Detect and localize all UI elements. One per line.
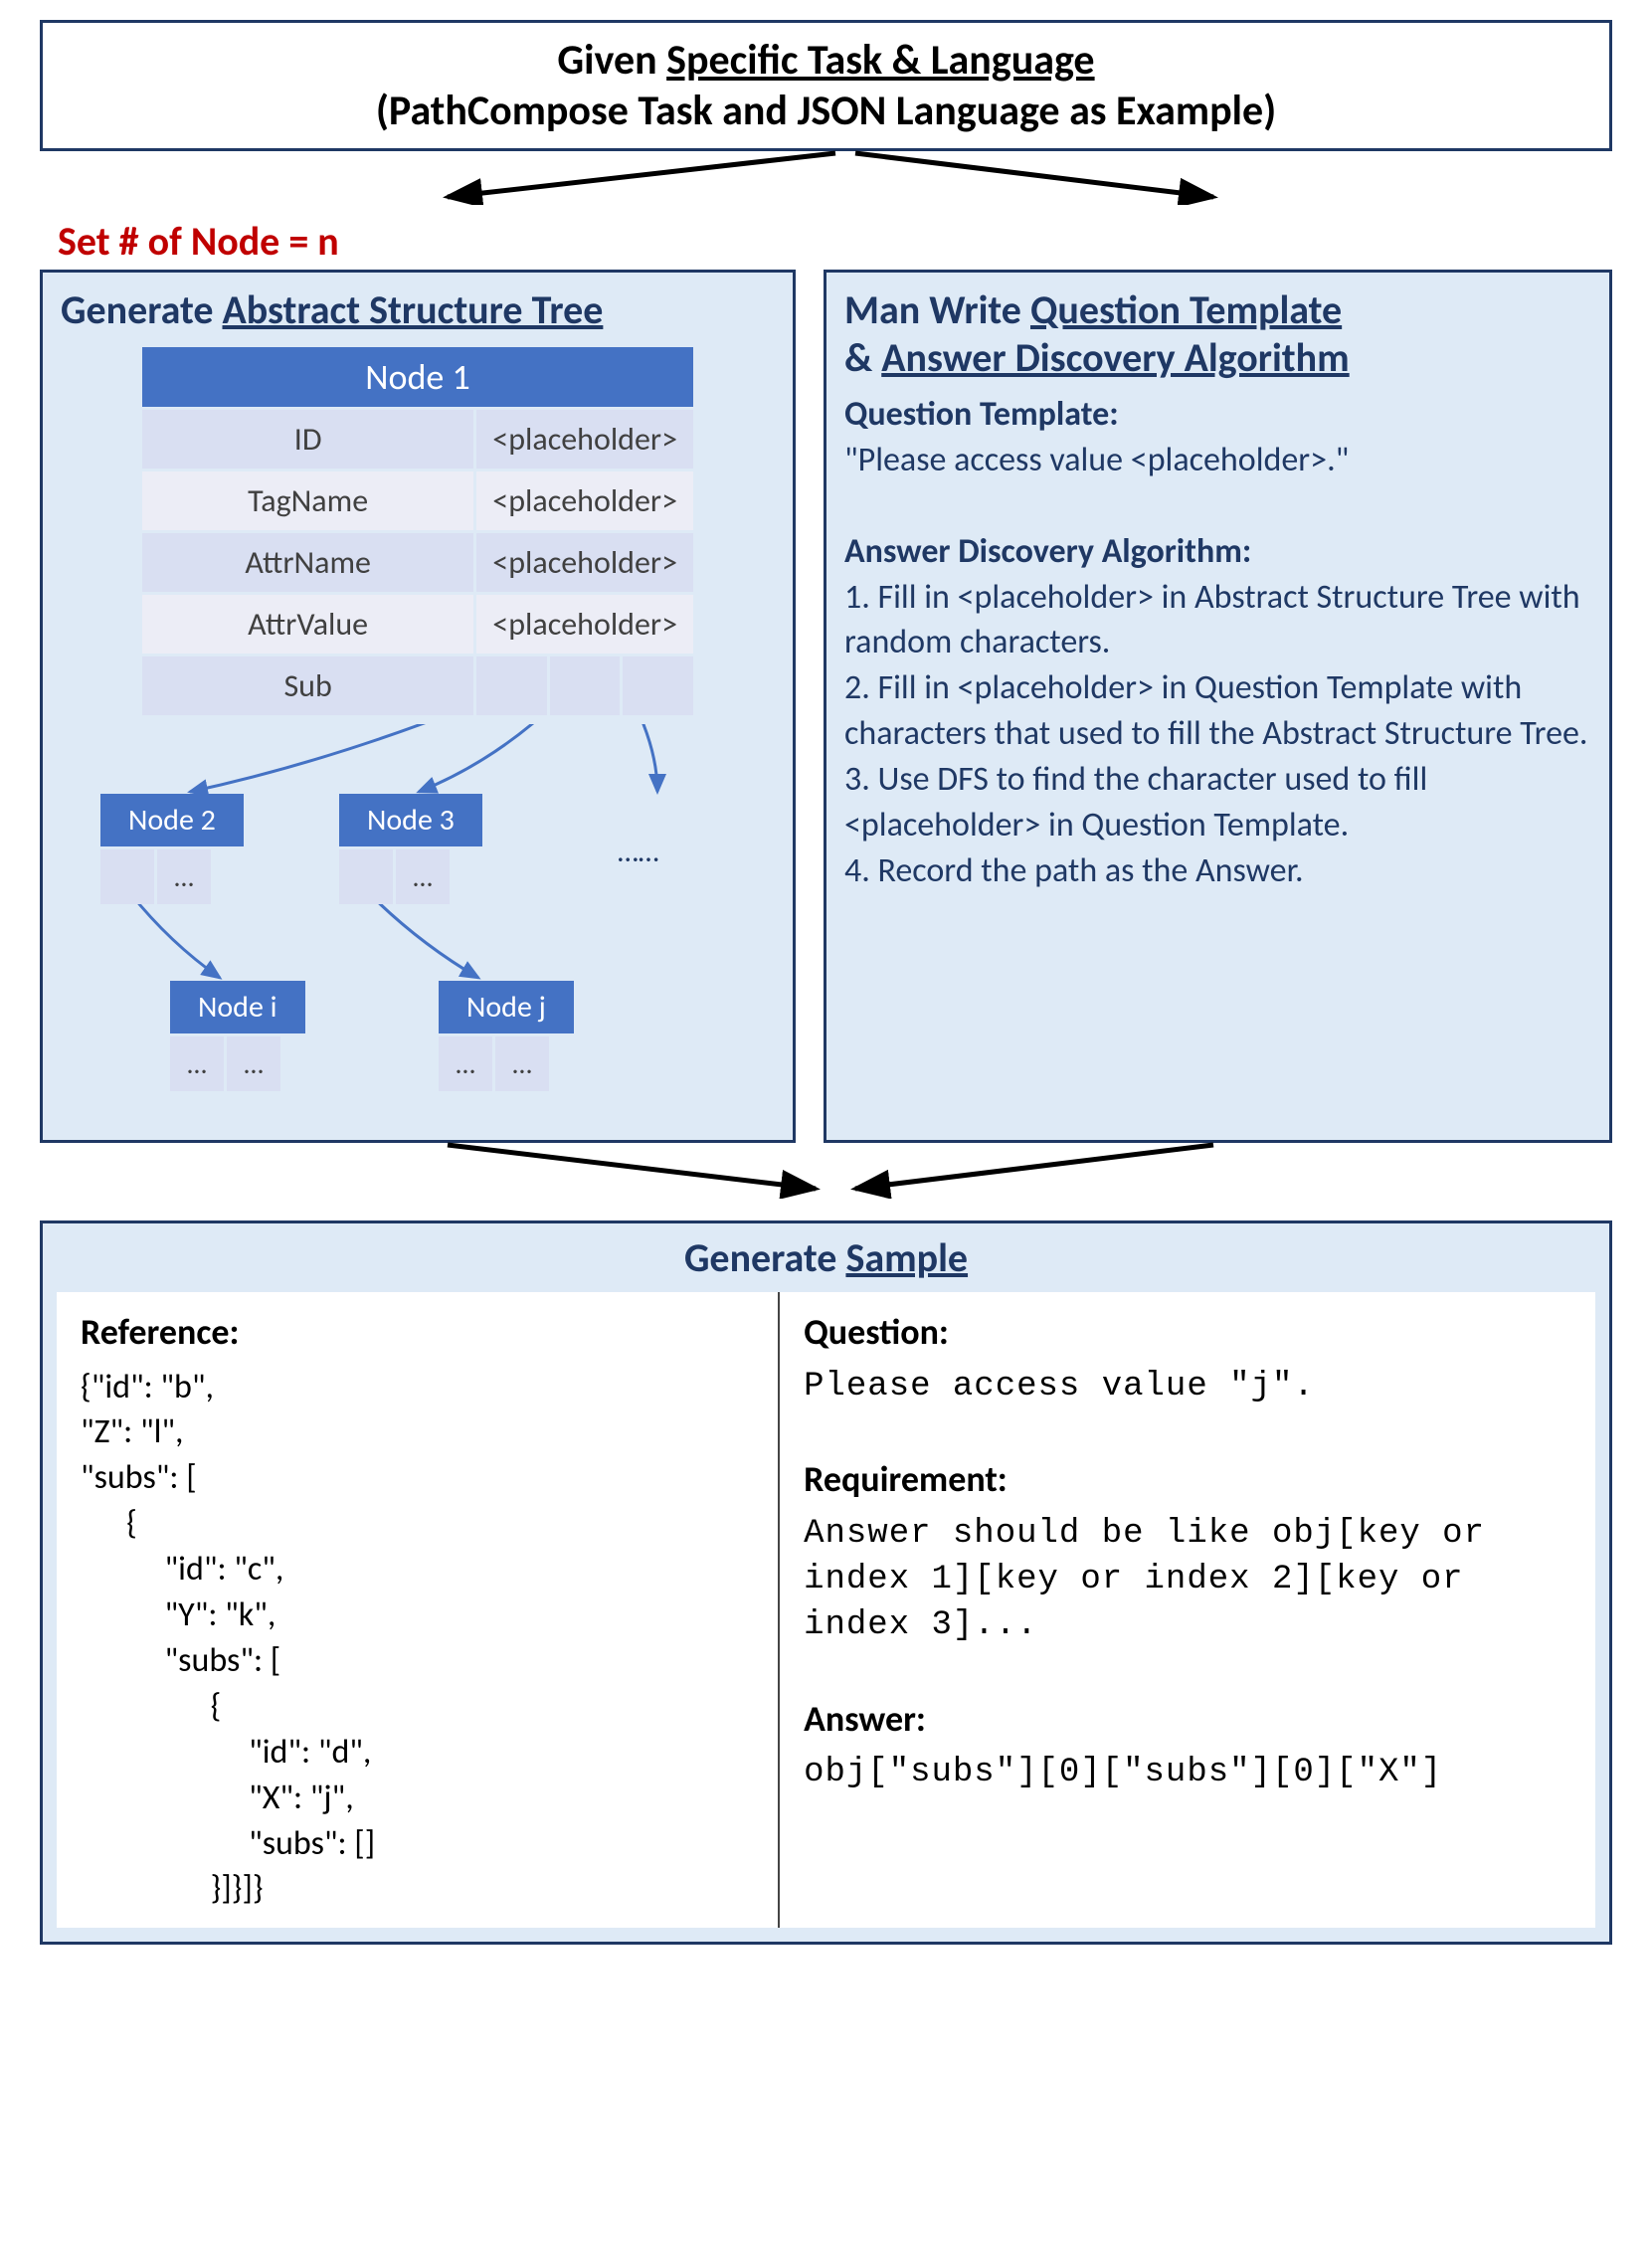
top-line2: (PathCompose Task and JSON Language as E… [376,86,1276,136]
sample-body: Reference: {"id": "b", "Z": "l", "subs":… [57,1292,1595,1928]
sample-title: Generate Sample [43,1233,1609,1282]
sample-reference: Reference: {"id": "b", "Z": "l", "subs":… [57,1292,780,1928]
right-panel-body: Question Template: "Please access value … [844,392,1591,894]
node1-header: Node 1 [142,347,693,407]
top-line1-ul: Specific Task & Language [666,35,1094,86]
middle-row: Generate Abstract Structure Tree Node 1 … [20,270,1632,1143]
set-node-count: Set # of Node = n [58,217,1632,266]
ada-step1: 1. Fill in <placeholder> in Abstract Str… [844,575,1591,666]
top-line1-prefix: Given [557,35,666,86]
node3: Node 3 … [339,794,482,904]
node2: Node 2 … [100,794,244,904]
abstract-tree-panel: Generate Abstract Structure Tree Node 1 … [40,270,796,1143]
node1-table: Node 1 ID<placeholder> TagName<placehold… [139,344,696,718]
ada-step3: 3. Use DFS to find the character used to… [844,757,1591,848]
qt-label: Question Template: [844,392,1591,438]
ada-step4: 4. Record the path as the Answer. [844,848,1591,894]
nodei: Node i …… [170,981,305,1091]
nodej: Node j …… [439,981,574,1091]
reference-label: Reference: [81,1308,754,1357]
right-panel-title: Man Write Question Template & Answer Dis… [844,286,1591,382]
top-arrows [20,151,1632,199]
reference-json: {"id": "b", "Z": "l", "subs": [ { "id": … [81,1365,754,1913]
question-text: Please access value "j". [804,1365,1571,1410]
qt-text: "Please access value <placeholder>." [844,438,1591,483]
requirement-label: Requirement: [804,1455,1571,1504]
mid-arrows [20,1143,1632,1195]
sample-right: Question: Please access value "j". Requi… [780,1292,1595,1928]
answer-label: Answer: [804,1695,1571,1744]
ada-label: Answer Discovery Algorithm: [844,529,1591,575]
ellipsis: …… [618,834,658,870]
template-algo-panel: Man Write Question Template & Answer Dis… [824,270,1612,1143]
top-box: Given Specific Task & Language (PathComp… [40,20,1612,151]
diagram-root: Given Specific Task & Language (PathComp… [20,20,1632,1945]
sample-panel: Generate Sample Reference: {"id": "b", "… [40,1220,1612,1945]
tree-children-area: Node 2 … Node 3 … …… Node i …… Node j …… [61,724,775,1122]
requirement-text: Answer should be like obj[key or index 1… [804,1512,1571,1649]
ada-step2: 2. Fill in <placeholder> in Question Tem… [844,665,1591,757]
question-label: Question: [804,1308,1571,1357]
answer-text: obj["subs"][0]["subs"][0]["X"] [804,1751,1571,1796]
left-panel-title: Generate Abstract Structure Tree [61,286,775,334]
